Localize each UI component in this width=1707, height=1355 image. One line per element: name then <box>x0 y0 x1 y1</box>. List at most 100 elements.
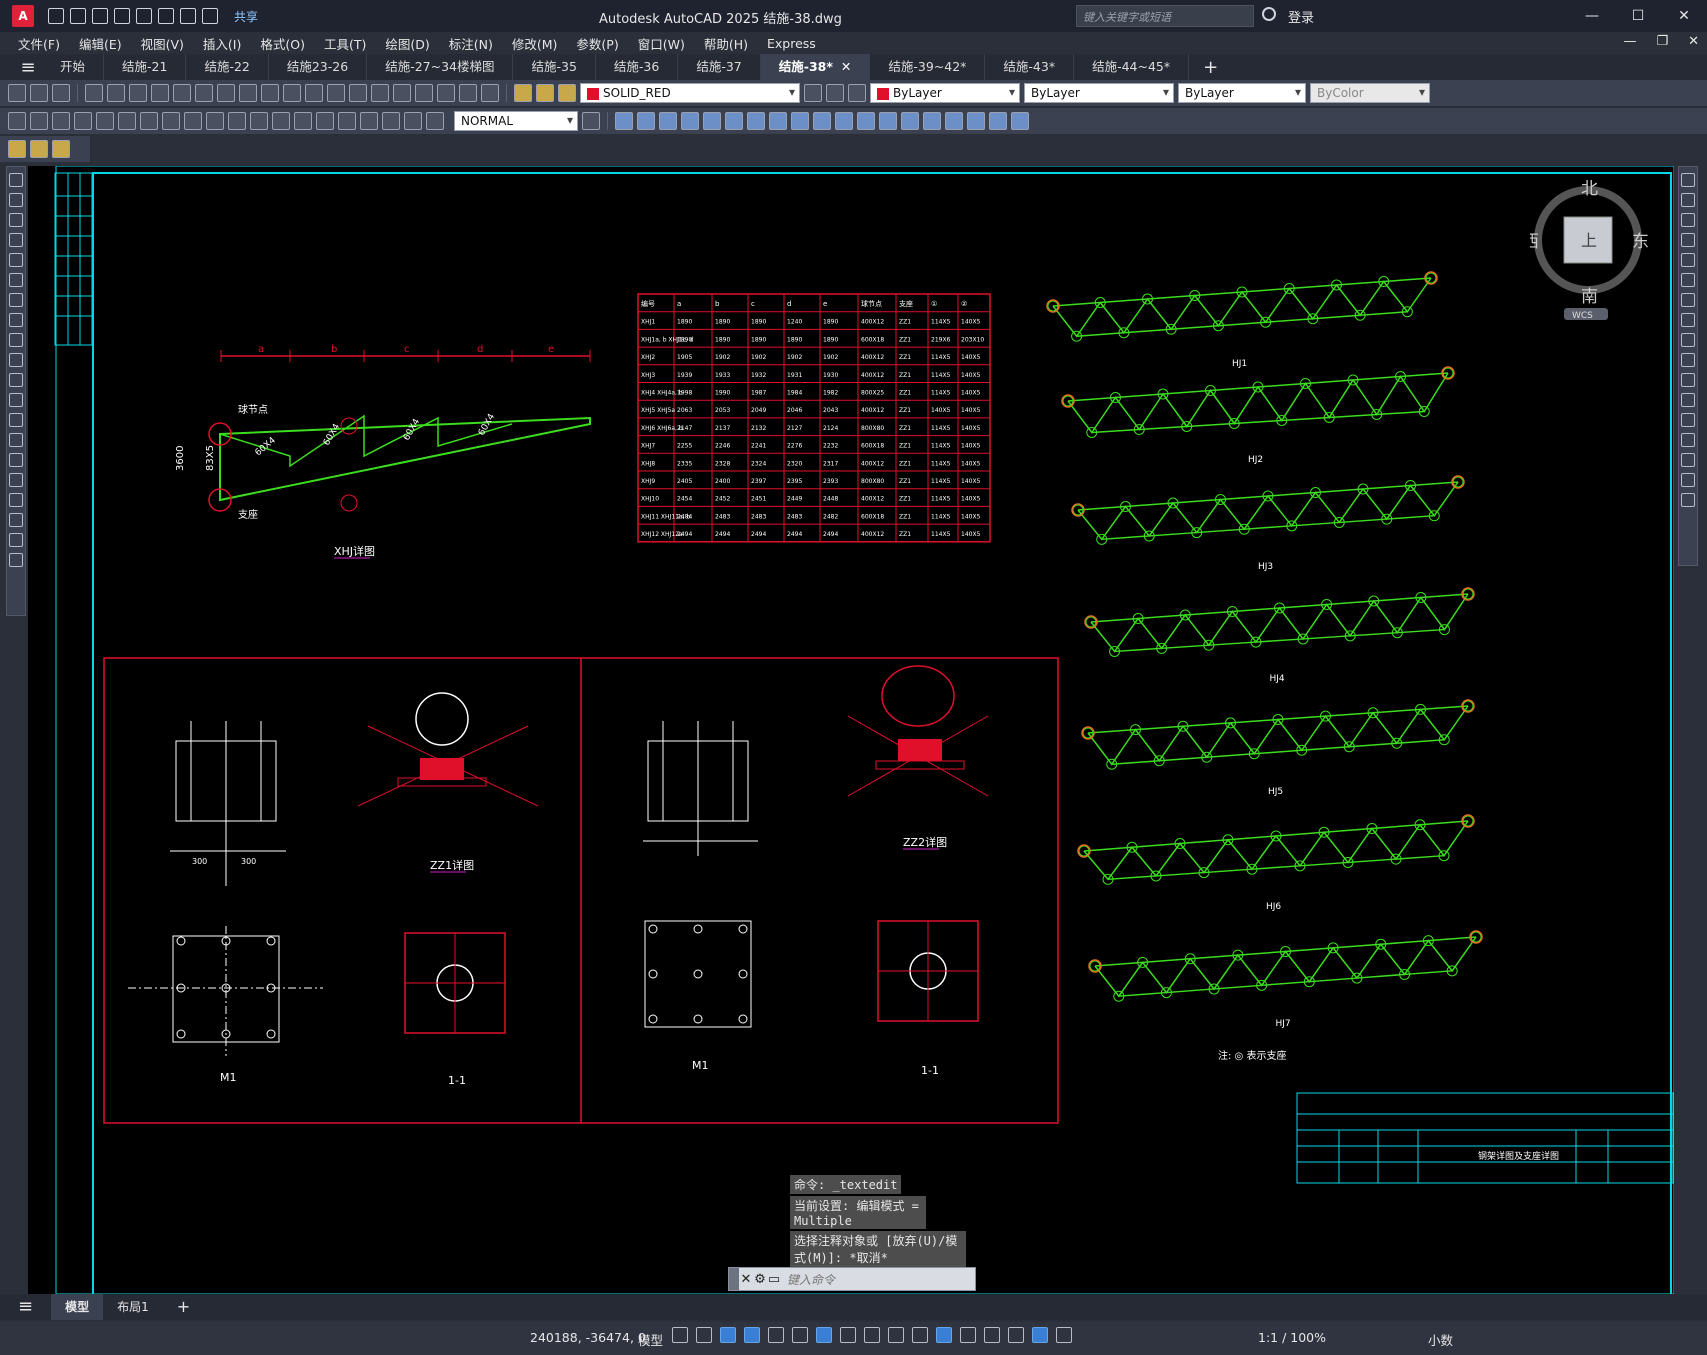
export-icon[interactable] <box>136 8 152 24</box>
selection-filter-icon[interactable] <box>984 1327 1000 1343</box>
array-icon[interactable] <box>1681 253 1695 267</box>
polygon-icon[interactable] <box>9 233 23 247</box>
tab-layout1[interactable]: 布局1 <box>103 1294 163 1320</box>
redo-icon[interactable] <box>202 8 218 24</box>
help-icon[interactable] <box>481 84 499 102</box>
solid-revolve-icon[interactable] <box>703 112 721 130</box>
dim-style-icon[interactable] <box>582 112 600 130</box>
paste-icon[interactable] <box>195 84 213 102</box>
plot-icon[interactable] <box>85 84 103 102</box>
selection-cycling-icon[interactable] <box>912 1327 928 1343</box>
dim-update-icon[interactable] <box>426 112 444 130</box>
break-icon[interactable] <box>1681 393 1695 407</box>
mtext-icon[interactable] <box>8 140 26 158</box>
new-icon[interactable] <box>8 84 26 102</box>
undo-icon[interactable] <box>239 84 257 102</box>
dimstyle-dropdown[interactable]: NORMAL <box>454 111 578 131</box>
aligned-dim-icon[interactable] <box>30 112 48 130</box>
baseline-dim-icon[interactable] <box>206 112 224 130</box>
menu-modify[interactable]: 修改(M) <box>512 34 558 53</box>
linear-dim-icon[interactable] <box>8 112 26 130</box>
make-block-icon[interactable] <box>9 413 23 427</box>
model-space-button[interactable]: 模型 <box>638 1330 663 1349</box>
circle-icon[interactable] <box>9 293 23 307</box>
text-edit-icon[interactable] <box>30 140 48 158</box>
customize-icon[interactable]: ⚙ <box>753 1272 767 1287</box>
linetype-dropdown[interactable]: ByLayer <box>1024 83 1174 103</box>
ordinate-dim-icon[interactable] <box>74 112 92 130</box>
tab-doc[interactable]: 结施23-26 <box>269 54 368 80</box>
solid-union-icon[interactable] <box>637 112 655 130</box>
gizmo-icon[interactable] <box>1008 1327 1024 1343</box>
dynamic-input-icon[interactable] <box>720 1327 736 1343</box>
doc-close-icon[interactable]: ✕ <box>1688 34 1699 49</box>
line-icon[interactable] <box>9 173 23 187</box>
erase-icon[interactable] <box>1681 173 1695 187</box>
new-tab-icon[interactable]: + <box>1189 57 1232 78</box>
solid-chamfer-icon[interactable] <box>769 112 787 130</box>
add-selected-icon[interactable] <box>9 553 23 567</box>
polar-icon[interactable] <box>768 1327 784 1343</box>
tab-doc[interactable]: 结施-21 <box>104 54 187 80</box>
face-extrude-icon[interactable] <box>901 112 919 130</box>
units-dropdown[interactable]: 小数 <box>1428 1330 1453 1349</box>
spline-icon[interactable] <box>9 333 23 347</box>
drawing-canvas[interactable]: a b c d e 球节点 支座 3600 83X5 60X4 60X4 60X… <box>28 166 1674 1302</box>
tab-doc-active[interactable]: 结施-38* ✕ <box>760 54 871 80</box>
solid-check-icon[interactable] <box>879 112 897 130</box>
point-icon[interactable] <box>9 433 23 447</box>
diameter-dim-icon[interactable] <box>140 112 158 130</box>
find-text-icon[interactable] <box>52 140 70 158</box>
layout-menu-icon[interactable]: ≡ <box>0 1294 51 1320</box>
dynamic-ucs-icon[interactable] <box>960 1327 976 1343</box>
doc-minimize-icon[interactable]: — <box>1623 34 1636 49</box>
annotation-scale[interactable]: 1:1 / 100% <box>1258 1330 1326 1345</box>
menu-file[interactable]: 文件(F) <box>18 34 60 53</box>
dim-edit-icon[interactable] <box>382 112 400 130</box>
menu-help[interactable]: 帮助(H) <box>704 34 748 53</box>
mirror-icon[interactable] <box>1681 213 1695 227</box>
zoom-realtime-icon[interactable] <box>305 84 323 102</box>
trim-icon[interactable] <box>1681 353 1695 367</box>
solid-extrude-icon[interactable] <box>681 112 699 130</box>
share-button[interactable]: 共享 <box>234 8 258 25</box>
quick-dim-icon[interactable] <box>184 112 202 130</box>
search-input[interactable]: 键入关键字或短语 <box>1076 5 1254 27</box>
solid-subtract-icon[interactable] <box>659 112 677 130</box>
plotstyle-dropdown[interactable]: ByColor <box>1310 83 1430 103</box>
ellipse-icon[interactable] <box>9 353 23 367</box>
menu-view[interactable]: 视图(V) <box>141 34 184 53</box>
layer-previous-icon[interactable] <box>826 84 844 102</box>
grid-icon[interactable] <box>672 1327 688 1343</box>
pan-icon[interactable] <box>283 84 301 102</box>
login-button[interactable]: 登录 <box>1288 7 1314 26</box>
tab-doc[interactable]: 结施-39~42* <box>870 54 986 80</box>
open-file-icon[interactable] <box>70 8 86 24</box>
preview-icon[interactable] <box>107 84 125 102</box>
continue-dim-icon[interactable] <box>228 112 246 130</box>
app-menu-button[interactable]: A <box>12 5 34 27</box>
object-snap-tracking-icon[interactable] <box>816 1327 832 1343</box>
text-icon[interactable] <box>9 533 23 547</box>
doc-restore-icon[interactable]: ❐ <box>1656 34 1668 49</box>
tolerance-icon[interactable] <box>294 112 312 130</box>
cut-icon[interactable] <box>151 84 169 102</box>
blend-icon[interactable] <box>1681 473 1695 487</box>
inspection-icon[interactable] <box>338 112 356 130</box>
solid-box-icon[interactable] <box>615 112 633 130</box>
dim-space-icon[interactable] <box>250 112 268 130</box>
revcloud-icon[interactable] <box>9 313 23 327</box>
transparency-icon[interactable] <box>888 1327 904 1343</box>
tab-doc[interactable]: 结施-43* <box>985 54 1075 80</box>
angular-dim-icon[interactable] <box>162 112 180 130</box>
publish-icon[interactable] <box>129 84 147 102</box>
search-icon[interactable] <box>1262 7 1276 21</box>
zoom-window-icon[interactable] <box>327 84 345 102</box>
tab-doc[interactable]: 结施-36 <box>596 54 679 80</box>
menu-edit[interactable]: 编辑(E) <box>79 34 122 53</box>
face-offset-icon[interactable] <box>945 112 963 130</box>
tab-doc[interactable]: 结施-22 <box>186 54 269 80</box>
solid-imprint-icon[interactable] <box>835 112 853 130</box>
compass-east[interactable]: 东 <box>1632 232 1649 252</box>
arc-icon[interactable] <box>9 273 23 287</box>
